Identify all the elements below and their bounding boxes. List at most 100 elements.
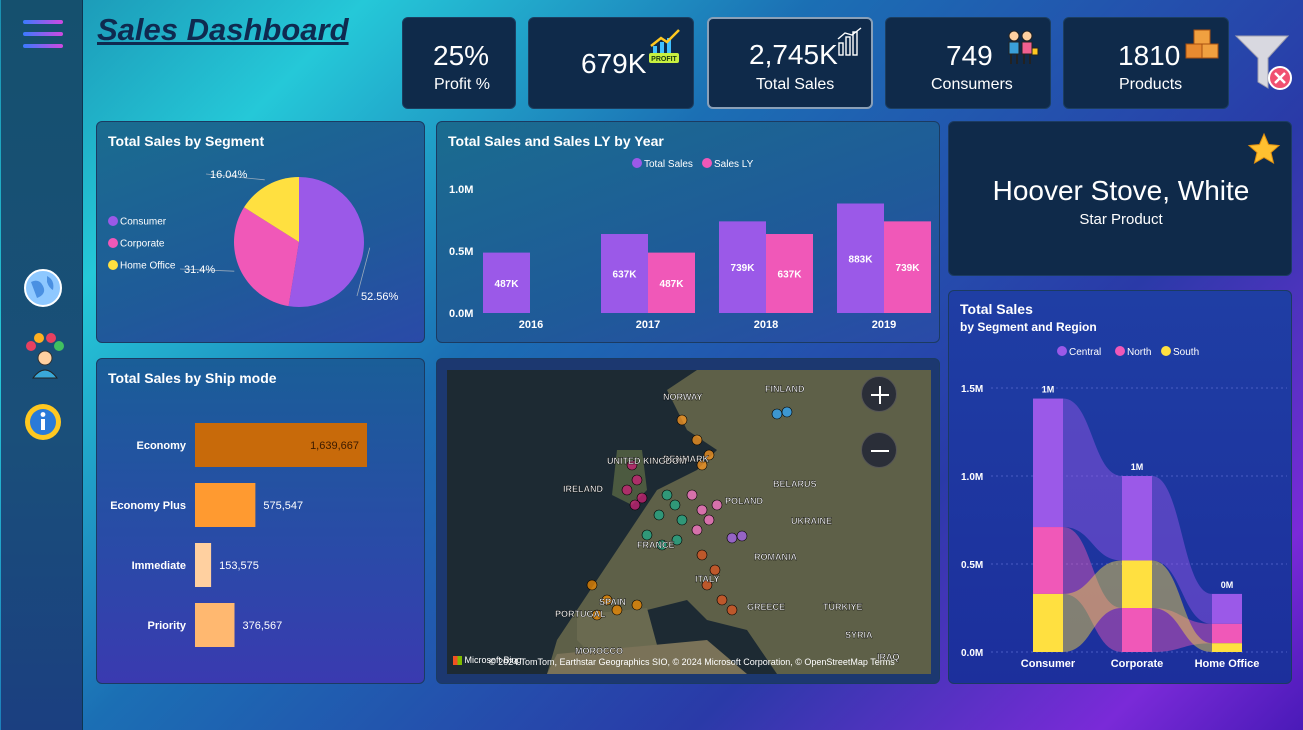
map-data-point (586, 579, 598, 591)
map-data-point (781, 406, 793, 418)
bar-data-label: 637K (613, 270, 638, 281)
bar-data-label: 376,567 (243, 620, 283, 632)
map-panel: FINLAND NORWAY DENMARK UNITED KINGDOM IRELAN… (436, 358, 940, 684)
legend-label: Central (1069, 347, 1101, 358)
bar-data-label: 883K (849, 254, 874, 265)
star-product-label: Star Product (1079, 211, 1163, 228)
map-data-point (686, 489, 698, 501)
year-bar-chart[interactable]: 0.0M 0.5M 1.0M 487K 2016 637K 487K 2017 739K 637K… (437, 122, 940, 343)
y-tick-label: 0.0M (961, 648, 983, 659)
clear-filter-icon[interactable] (1232, 32, 1296, 92)
boxes-icon (1185, 29, 1219, 59)
kpi-total-sales[interactable]: 2,745K Total Sales (707, 17, 873, 109)
map-data-point (716, 594, 728, 606)
y-tick-label: 0.5M (961, 560, 983, 571)
bar-data-label: 575,547 (263, 500, 303, 512)
bar-data-label: 739K (896, 263, 921, 274)
stack-segment (1212, 643, 1242, 652)
map-data-point (691, 434, 703, 446)
profit-chart-icon: PROFIT (649, 29, 680, 63)
map-country-label: MOROCCO (575, 646, 623, 656)
map-data-point (696, 504, 708, 516)
kpi-products[interactable]: 1810 Products (1063, 17, 1229, 109)
map-data-point (726, 532, 738, 544)
map-data-point (691, 524, 703, 536)
map-country-label: PORTUGAL (555, 609, 606, 619)
legend-marker (702, 158, 712, 168)
map-data-point (661, 489, 673, 501)
stack-segment (1122, 560, 1152, 608)
stack-segment (1212, 623, 1242, 644)
zoom-out-button[interactable] (861, 432, 897, 468)
stack-segment (1122, 608, 1152, 652)
kpi-consumers[interactable]: 749 Consumers (885, 17, 1051, 109)
bar-data-label: 487K (495, 279, 520, 290)
bar-chart-icon (837, 27, 862, 56)
shipmode-bar-chart[interactable]: Economy 1,639,667 Economy Plus 575,547 Immed… (97, 359, 425, 684)
category-label: Economy Plus (110, 500, 186, 512)
map-data-point (669, 499, 681, 511)
map-country-label: SPAIN (599, 597, 626, 607)
pie-data-label: 52.56% (361, 291, 399, 303)
stack-segment (1033, 593, 1063, 652)
pie-data-label: 31.4% (184, 264, 215, 276)
bar (195, 483, 256, 527)
category-label: Economy (136, 440, 186, 452)
customer-icon[interactable] (23, 332, 64, 380)
info-icon[interactable] (23, 402, 63, 442)
category-label: Immediate (132, 560, 186, 572)
bar-data-label: 487K (660, 279, 685, 290)
kpi-value: 1810 (1118, 40, 1181, 71)
ribbon-chart[interactable]: 0.0M 0.5M 1.0M 1.5M 1M Consumer 1M Corporate 0M H… (949, 291, 1292, 684)
menu-icon[interactable] (23, 20, 63, 54)
pie-chart[interactable]: 52.56% 31.4% 16.04% Consumer Corporate Home O… (97, 122, 425, 343)
stack-segment (1212, 593, 1242, 624)
x-tick-label: 2019 (872, 319, 896, 331)
map-country-label: TÜRKIYE (823, 602, 863, 612)
kpi-value: 25% (433, 40, 490, 71)
pie-data-label: 16.04% (210, 169, 248, 181)
zoom-in-button[interactable] (861, 376, 897, 412)
shipmode-bar-panel: Total Sales by Ship mode Economy 1,639,66… (96, 358, 425, 684)
bar-data-label: 637K (778, 270, 803, 281)
kpi-profit[interactable]: 679K PROFIT (528, 17, 694, 109)
legend-label: North (1127, 347, 1151, 358)
stack-segment (1033, 527, 1063, 594)
legend-marker (1161, 346, 1171, 356)
legend-label: Corporate (120, 239, 165, 250)
map-data-point (676, 514, 688, 526)
sales-map[interactable]: FINLANDNORWAYDENMARKUNITED KINGDOMIRELAN… (447, 370, 931, 674)
bar (195, 543, 212, 587)
y-tick-label: 1.0M (449, 184, 473, 196)
bar-data-label: 153,575 (219, 560, 259, 572)
map-country-label: NORWAY (663, 392, 703, 402)
x-tick-label: 2016 (519, 319, 543, 331)
map-country-label: IRELAND (563, 484, 603, 494)
map-data-point (676, 414, 688, 426)
bar-data-label: 1,639,667 (310, 440, 359, 452)
map-data-point (631, 599, 643, 611)
bar-data-label: 739K (731, 263, 756, 274)
map-data-point (653, 509, 665, 521)
x-tick-label: Consumer (1021, 658, 1076, 670)
map-data-point (703, 514, 715, 526)
kpi-label: Total Sales (756, 76, 835, 93)
legend-label: Sales LY (714, 159, 754, 170)
year-bar-panel: Total Sales and Sales LY by Year 0.0M 0.5… (436, 121, 940, 343)
legend-label: South (1173, 347, 1199, 358)
map-country-label: SYRIA (845, 630, 873, 640)
map-country-label: ROMANIA (754, 552, 797, 562)
legend-label: Home Office (120, 261, 176, 272)
kpi-profit-percent[interactable]: 25% Profit % (402, 17, 516, 109)
total-label: 1M (1131, 462, 1144, 472)
y-tick-label: 0.5M (449, 246, 473, 258)
y-tick-label: 0.0M (449, 308, 473, 320)
y-tick-label: 1.5M (961, 384, 983, 395)
sidebar (1, 0, 83, 730)
map-data-point (696, 549, 708, 561)
kpi-value: 749 (946, 40, 993, 71)
map-data-point (771, 408, 783, 420)
star-product-card[interactable]: Hoover Stove, White Star Product (948, 121, 1292, 276)
legend-marker (108, 238, 118, 248)
globe-icon[interactable] (23, 268, 63, 308)
